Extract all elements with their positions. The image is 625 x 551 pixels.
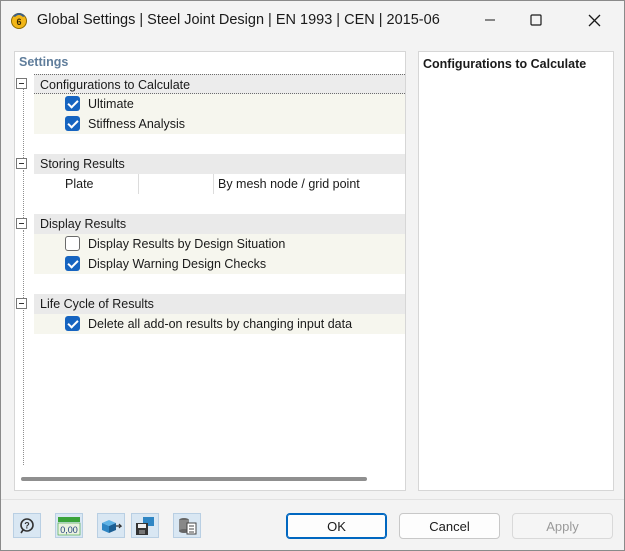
grid-separator	[213, 174, 214, 194]
close-button[interactable]	[571, 1, 617, 39]
save-defaults-icon	[136, 516, 154, 535]
help-icon: ?	[20, 517, 34, 533]
svg-text:0,00: 0,00	[60, 525, 78, 535]
window-title: Global Settings | Steel Joint Design | E…	[37, 12, 440, 28]
group-storing-results[interactable]: Storing Results	[34, 154, 405, 174]
tree-line	[23, 230, 24, 298]
display-by-design-situation-checkbox[interactable]	[65, 236, 80, 251]
decimal-places-button[interactable]: 0,00	[55, 513, 83, 538]
group-life-cycle-of-results[interactable]: Life Cycle of Results	[34, 294, 405, 314]
tree-gutter	[15, 71, 34, 470]
grid-separator	[138, 174, 139, 194]
group-display-results[interactable]: Display Results	[34, 214, 405, 234]
svg-text:?: ?	[24, 520, 30, 530]
setting-delete-addon-results: Delete all add-on results by changing in…	[34, 314, 405, 334]
info-panel: Configurations to Calculate	[418, 51, 614, 491]
collapse-toggle[interactable]	[16, 78, 27, 89]
cancel-button[interactable]: Cancel	[399, 513, 500, 539]
collapse-toggle[interactable]	[16, 158, 27, 169]
model-transfer-icon	[102, 519, 122, 533]
maximize-button[interactable]	[513, 1, 559, 39]
minimize-button[interactable]	[467, 1, 513, 39]
model-transfer-button[interactable]	[97, 513, 125, 538]
tree-line	[23, 89, 24, 158]
info-panel-title: Configurations to Calculate	[423, 57, 587, 71]
setting-display-by-design-situation: Display Results by Design Situation	[34, 234, 405, 254]
setting-stiffness-analysis: Stiffness Analysis	[34, 114, 405, 134]
delete-addon-results-checkbox[interactable]	[65, 316, 80, 331]
group-configurations-to-calculate[interactable]: Configurations to Calculate	[34, 74, 405, 94]
settings-header: Settings	[19, 55, 69, 69]
svg-text:6: 6	[16, 17, 21, 27]
minimize-icon	[485, 19, 495, 21]
ultimate-checkbox[interactable]	[65, 96, 80, 111]
stiffness-analysis-checkbox[interactable]	[65, 116, 80, 131]
title-bar: 6 Global Settings | Steel Joint Design |…	[1, 1, 624, 39]
collapse-toggle[interactable]	[16, 298, 27, 309]
help-button[interactable]: ?	[13, 513, 41, 538]
plate-storing-value[interactable]: By mesh node / grid point	[218, 177, 360, 191]
setting-display-warning-checks: Display Warning Design Checks	[34, 254, 405, 274]
database-settings-button[interactable]	[173, 513, 201, 538]
close-icon	[588, 14, 600, 26]
maximize-icon	[530, 14, 542, 26]
rfem-app-icon: 6	[11, 13, 27, 29]
setting-plate: Plate By mesh node / grid point	[34, 174, 405, 194]
setting-ultimate: Ultimate	[34, 94, 405, 114]
horizontal-scrollbar[interactable]	[21, 477, 367, 481]
apply-button[interactable]: Apply	[512, 513, 613, 539]
tree-line	[23, 310, 24, 465]
tree-line	[23, 170, 24, 218]
ok-button[interactable]: OK	[286, 513, 387, 539]
display-warning-checks-checkbox[interactable]	[65, 256, 80, 271]
database-settings-icon	[179, 517, 197, 534]
footer-separator	[1, 499, 624, 500]
decimal-places-icon: 0,00	[57, 516, 81, 535]
global-settings-dialog: 6 Global Settings | Steel Joint Design |…	[0, 0, 625, 551]
save-defaults-button[interactable]	[131, 513, 159, 538]
collapse-toggle[interactable]	[16, 218, 27, 229]
